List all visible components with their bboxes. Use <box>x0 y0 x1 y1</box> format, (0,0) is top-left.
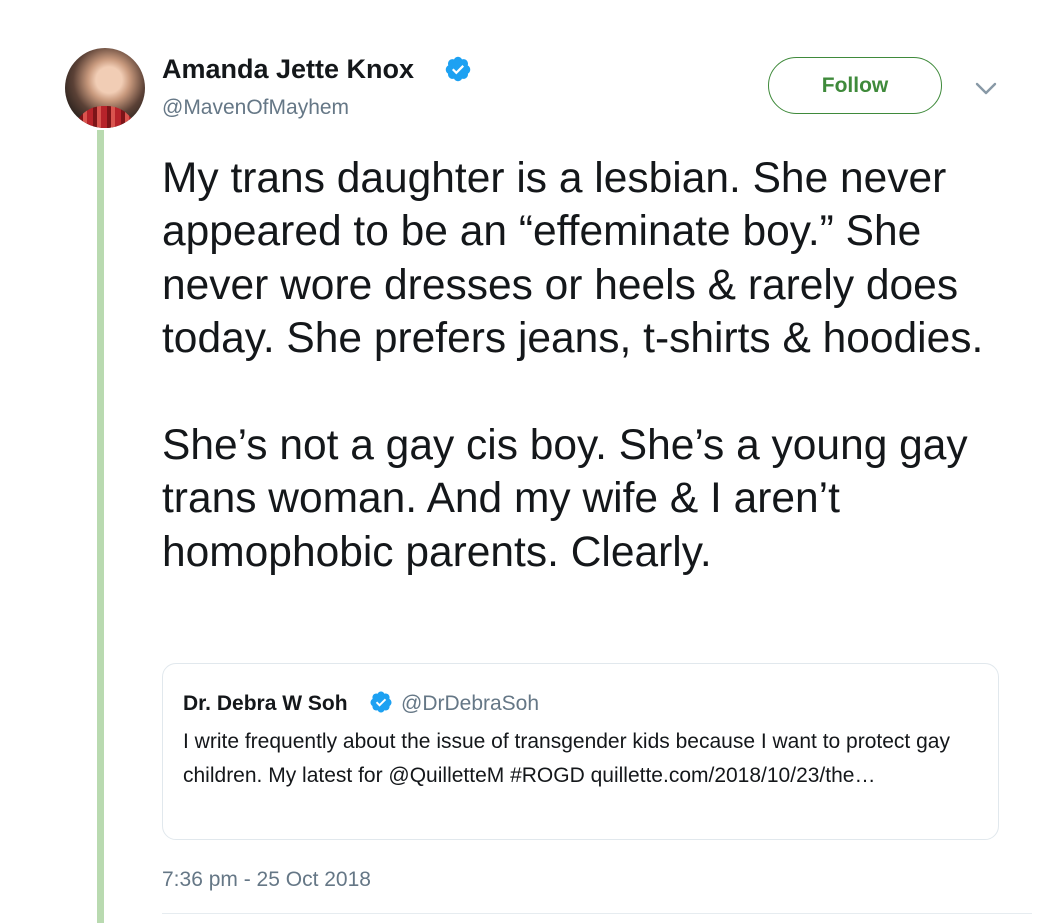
quoted-display-name[interactable]: Dr. Debra W Soh <box>183 691 348 717</box>
thread-line <box>97 130 104 923</box>
follow-button[interactable]: Follow <box>768 57 942 114</box>
chevron-down-icon[interactable] <box>972 76 1000 100</box>
quoted-tweet-card[interactable]: Dr. Debra W Soh @DrDebraSoh I write freq… <box>162 663 999 840</box>
verified-badge-icon <box>370 691 392 713</box>
tweet-paragraph: She’s not a gay cis boy. She’s a young g… <box>162 422 968 576</box>
author-display-name[interactable]: Amanda Jette Knox <box>162 52 414 86</box>
verified-badge-icon <box>445 56 471 82</box>
quoted-handle[interactable]: @DrDebraSoh <box>401 691 539 717</box>
author-handle[interactable]: @MavenOfMayhem <box>162 94 349 122</box>
tweet-timestamp[interactable]: 7:36 pm - 25 Oct 2018 <box>162 866 371 894</box>
tweet-paragraph: My trans daughter is a lesbian. She neve… <box>162 155 984 363</box>
avatar-shirt <box>73 106 137 128</box>
tweet-text: My trans daughter is a lesbian. She neve… <box>162 152 1032 579</box>
avatar[interactable] <box>65 48 145 128</box>
quoted-tweet-text: I write frequently about the issue of tr… <box>183 730 950 787</box>
divider <box>162 913 1032 914</box>
